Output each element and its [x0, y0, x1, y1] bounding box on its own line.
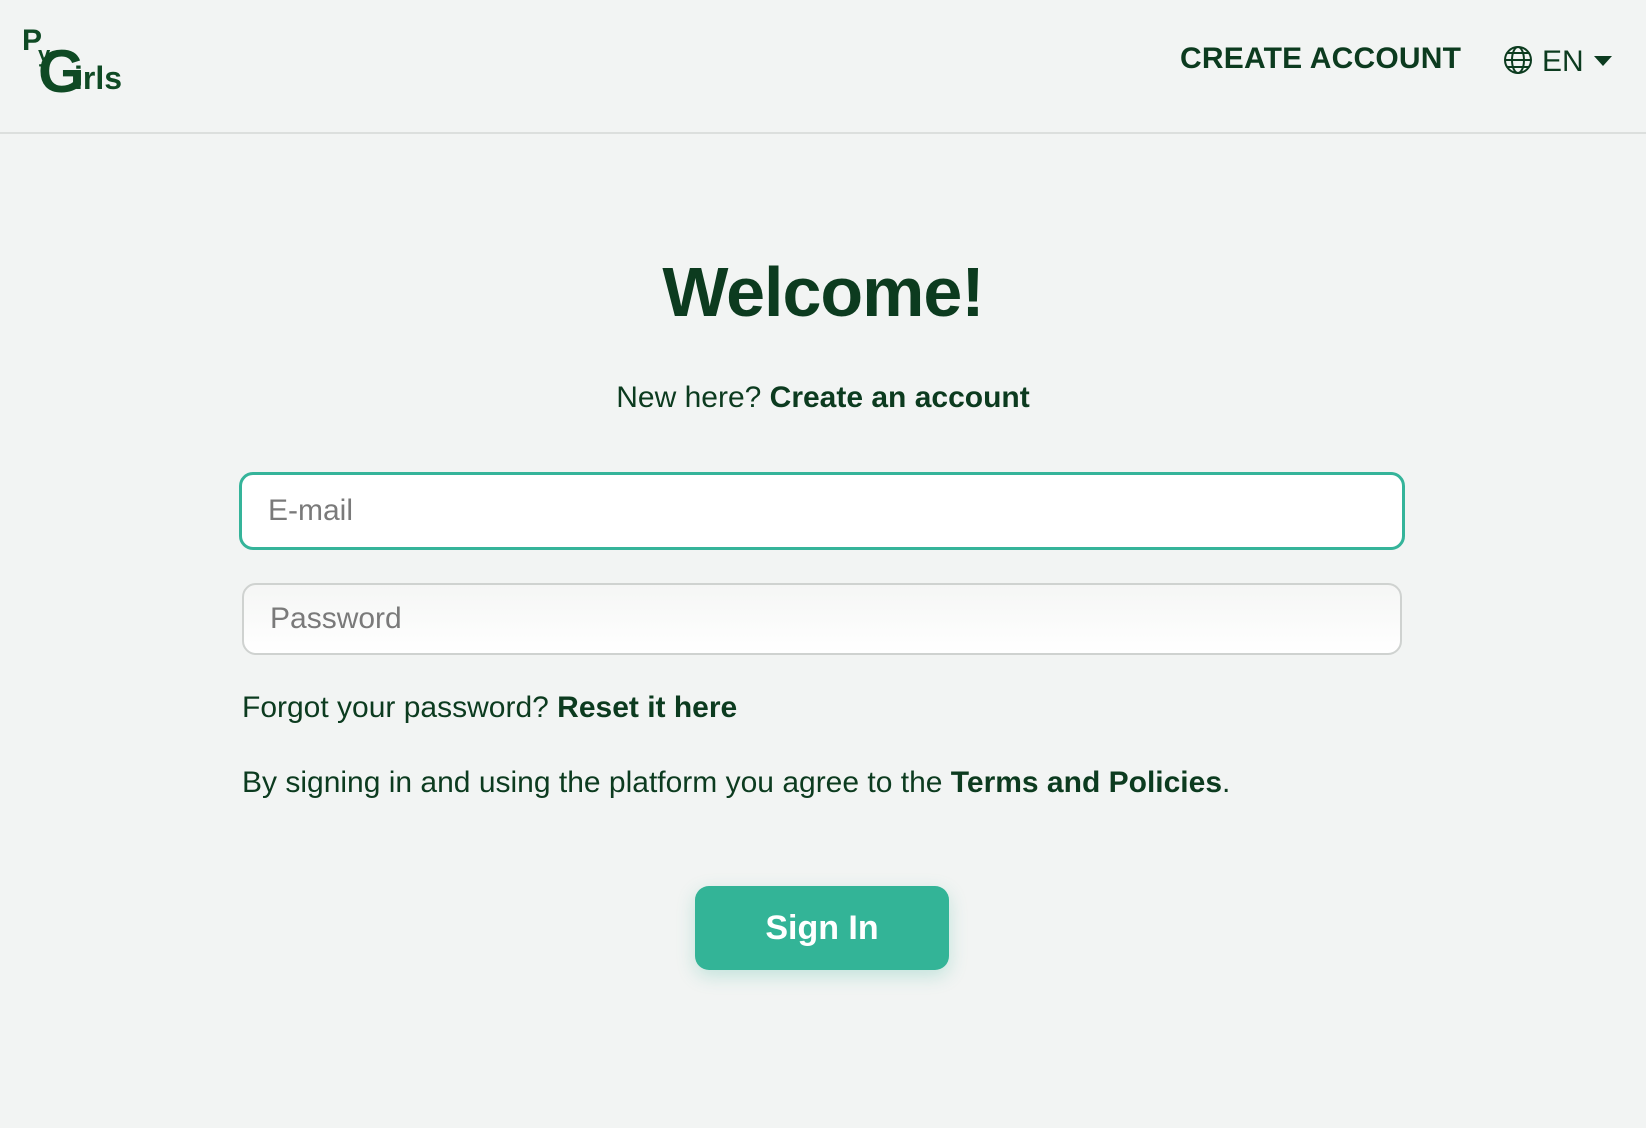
- terms-suffix: .: [1222, 766, 1231, 799]
- new-here-text: New here?: [616, 381, 770, 414]
- login-main: Welcome! New here? Create an account For…: [0, 134, 1646, 1128]
- globe-icon: [1502, 44, 1534, 80]
- reset-password-link[interactable]: Reset it here: [557, 691, 737, 724]
- create-an-account-link[interactable]: Create an account: [770, 381, 1030, 414]
- email-field[interactable]: [239, 472, 1405, 550]
- forgot-password-line: Forgot your password? Reset it here: [242, 691, 737, 725]
- pygirls-logo[interactable]: P G y irls: [20, 24, 138, 106]
- logo-letter-y: y: [38, 42, 51, 67]
- terms-text: By signing in and using the platform you…: [242, 766, 951, 799]
- top-header: P G y irls CREATE ACCOUNT EN: [0, 0, 1646, 134]
- create-account-link[interactable]: CREATE ACCOUNT: [1180, 42, 1461, 76]
- password-field[interactable]: [242, 583, 1402, 655]
- language-label: EN: [1542, 45, 1584, 78]
- logo-letters-irls: irls: [74, 60, 123, 96]
- language-selector[interactable]: EN: [1502, 44, 1614, 80]
- caret-down-icon: [1592, 53, 1614, 72]
- terms-line: By signing in and using the platform you…: [242, 766, 1230, 800]
- forgot-password-text: Forgot your password?: [242, 691, 558, 724]
- page-title: Welcome!: [662, 253, 984, 331]
- sign-in-button[interactable]: Sign In: [695, 886, 949, 970]
- terms-and-policies-link[interactable]: Terms and Policies: [951, 766, 1222, 799]
- new-here-line: New here? Create an account: [0, 381, 1646, 415]
